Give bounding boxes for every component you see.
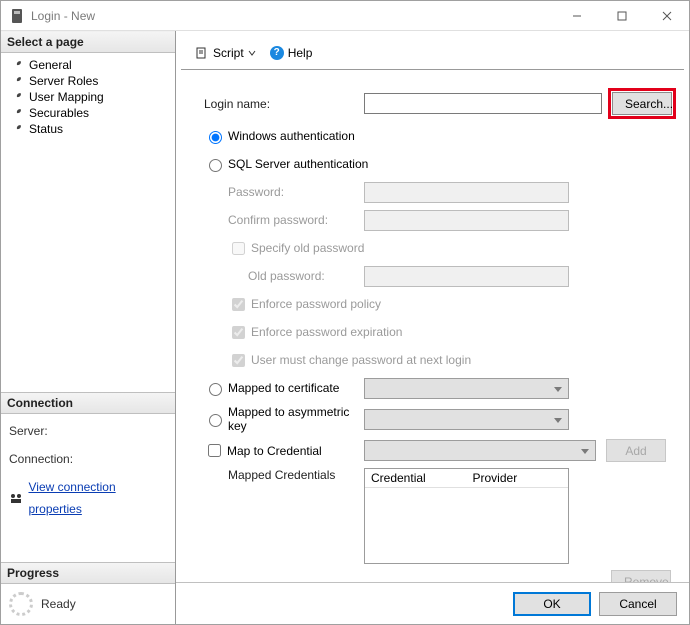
progress-status: Ready xyxy=(41,597,76,611)
mapped-credentials-grid: Credential Provider xyxy=(364,468,569,564)
titlebar: Login - New xyxy=(1,1,689,31)
login-name-label: Login name: xyxy=(204,97,364,111)
enforce-policy-checkbox xyxy=(232,298,245,311)
progress-header: Progress xyxy=(1,562,175,584)
help-icon: ? xyxy=(270,46,284,60)
nav-securables[interactable]: Securables xyxy=(5,105,171,121)
connection-icon xyxy=(9,491,22,505)
footer: OK Cancel xyxy=(176,582,689,624)
connection-label: Connection: xyxy=(9,448,167,470)
old-password-label: Old password: xyxy=(204,269,364,283)
help-button[interactable]: ? Help xyxy=(266,44,317,62)
wrench-icon xyxy=(11,59,23,71)
wrench-icon xyxy=(11,91,23,103)
map-credential-checkbox[interactable] xyxy=(208,444,221,457)
search-button[interactable]: Search... xyxy=(612,92,672,115)
nav-user-mapping[interactable]: User Mapping xyxy=(5,89,171,105)
nav-general[interactable]: General xyxy=(5,57,171,73)
toolbar: Script ? Help xyxy=(181,36,684,70)
login-name-input[interactable] xyxy=(364,93,602,114)
right-pane: Script ? Help Login name: Search... Wind… xyxy=(176,31,689,624)
nav-status[interactable]: Status xyxy=(5,121,171,137)
password-label: Password: xyxy=(204,185,364,199)
mapped-cert-radio[interactable] xyxy=(209,383,222,396)
chevron-down-icon xyxy=(248,49,256,57)
wrench-icon xyxy=(11,123,23,135)
specify-old-password-checkbox xyxy=(232,242,245,255)
app-icon xyxy=(9,8,25,24)
asymmetric-key-dropdown xyxy=(364,409,569,430)
maximize-button[interactable] xyxy=(599,1,644,31)
left-pane: Select a page General Server Roles User … xyxy=(1,31,176,624)
view-connection-properties-link[interactable]: View connection properties xyxy=(28,476,167,520)
script-button[interactable]: Script xyxy=(191,44,260,62)
old-password-input xyxy=(364,266,569,287)
window: Login - New Select a page General Server… xyxy=(0,0,690,625)
sql-auth-radio[interactable] xyxy=(209,159,222,172)
script-icon xyxy=(195,46,209,60)
must-change-checkbox xyxy=(232,354,245,367)
nav-header: Select a page xyxy=(1,31,175,53)
server-label: Server: xyxy=(9,420,167,442)
connection-header: Connection xyxy=(1,392,175,414)
col-provider: Provider xyxy=(467,469,569,488)
credential-dropdown xyxy=(364,440,596,461)
confirm-password-input xyxy=(364,210,569,231)
nav-server-roles[interactable]: Server Roles xyxy=(5,73,171,89)
confirm-password-label: Confirm password: xyxy=(204,213,364,227)
wrench-icon xyxy=(11,107,23,119)
window-title: Login - New xyxy=(31,9,554,23)
password-input xyxy=(364,182,569,203)
enforce-expiration-checkbox xyxy=(232,326,245,339)
form-area: Login name: Search... Windows authentica… xyxy=(176,70,689,582)
wrench-icon xyxy=(11,75,23,87)
close-button[interactable] xyxy=(644,1,689,31)
progress-spinner xyxy=(9,592,33,616)
windows-auth-radio[interactable] xyxy=(209,131,222,144)
ok-button[interactable]: OK xyxy=(513,592,591,616)
cancel-button[interactable]: Cancel xyxy=(599,592,677,616)
mapped-asym-radio[interactable] xyxy=(209,414,222,427)
remove-button: Remove xyxy=(611,570,671,582)
add-button: Add xyxy=(606,439,666,462)
mapped-credentials-label: Mapped Credentials xyxy=(204,468,364,482)
certificate-dropdown xyxy=(364,378,569,399)
minimize-button[interactable] xyxy=(554,1,599,31)
col-credential: Credential xyxy=(365,469,467,488)
